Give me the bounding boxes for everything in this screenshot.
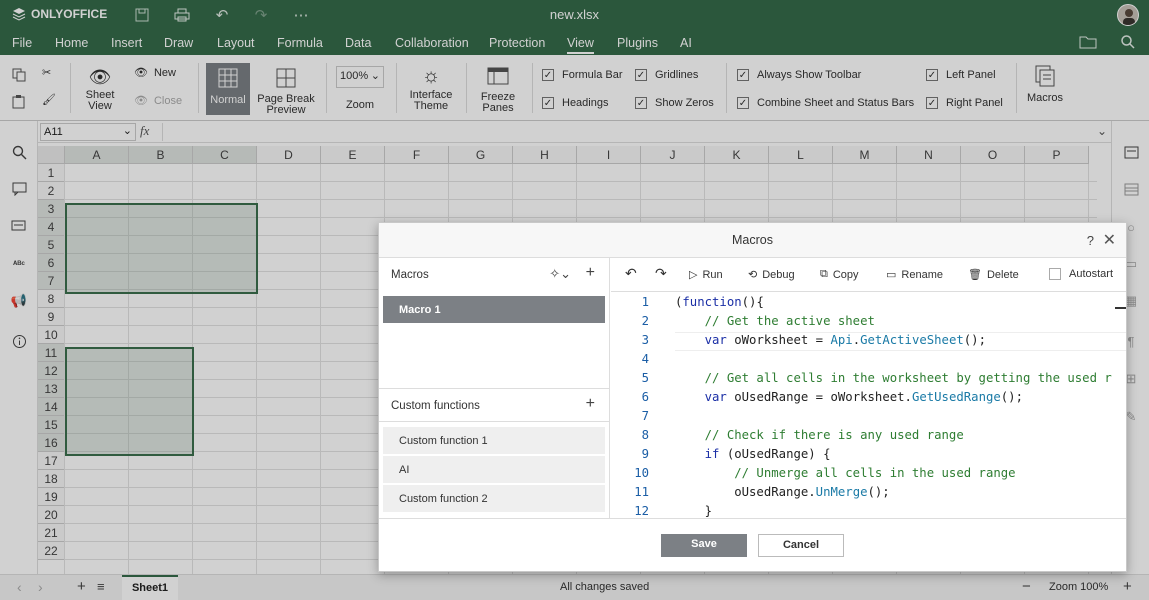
scroll-indicator[interactable] bbox=[1115, 307, 1126, 309]
line-number: 8 bbox=[641, 428, 649, 442]
add-function-icon[interactable]: + bbox=[586, 395, 595, 413]
trash-icon: 🗑 bbox=[968, 269, 982, 281]
code-line[interactable]: // Get the active sheet bbox=[675, 314, 875, 328]
line-number: 7 bbox=[641, 409, 649, 423]
checkbox-box bbox=[1049, 268, 1061, 280]
custom-function-item[interactable]: Custom function 2 bbox=[383, 485, 605, 512]
code-line[interactable]: var oUsedRange = oWorksheet.GetUsedRange… bbox=[675, 390, 1023, 404]
custom-functions-header: Custom functions + bbox=[379, 388, 609, 422]
line-number: 1 bbox=[641, 295, 649, 309]
macros-dialog: Macros ? ✕ Macros ✧⌄ + Macro 1 Custom fu… bbox=[378, 222, 1127, 572]
rename-button[interactable]: ▭ Rename bbox=[886, 268, 943, 282]
code-editor[interactable]: 1 (function(){2 // Get the active sheet 3 … bbox=[611, 292, 1126, 518]
custom-function-item[interactable]: AI bbox=[383, 456, 605, 483]
custom-function-item[interactable]: Custom function 1 bbox=[383, 427, 605, 454]
code-toolbar: ↶ ↷ ▷ Run ⟲ Debug ⧉ Copy ▭ Rename 🗑 Delete Au… bbox=[611, 258, 1126, 292]
code-line[interactable]: // Unmerge all cells in the used range bbox=[675, 466, 1015, 480]
code-line[interactable]: var oWorksheet = Api.GetActiveSheet(); bbox=[675, 333, 986, 347]
cancel-button[interactable]: Cancel bbox=[758, 534, 844, 557]
line-number: 12 bbox=[634, 504, 649, 518]
line-number: 6 bbox=[641, 390, 649, 404]
run-button[interactable]: ▷ Run bbox=[689, 268, 723, 282]
close-icon[interactable]: ✕ bbox=[1103, 223, 1116, 258]
delete-button[interactable]: 🗑 Delete bbox=[968, 268, 1019, 282]
line-number: 10 bbox=[634, 466, 649, 480]
autostart-checkbox[interactable]: Autostart bbox=[1049, 268, 1113, 280]
save-button[interactable]: Save bbox=[661, 534, 747, 557]
code-line[interactable]: // Get all cells in the worksheet by get… bbox=[675, 371, 1112, 385]
play-icon: ▷ bbox=[689, 269, 698, 281]
dialog-title: Macros ? ✕ bbox=[379, 223, 1126, 258]
add-macro-icon[interactable]: + bbox=[586, 264, 595, 282]
copy-button[interactable]: ⧉ Copy bbox=[820, 268, 859, 281]
help-icon[interactable]: ? bbox=[1087, 223, 1094, 258]
code-line[interactable]: (function(){ bbox=[675, 295, 764, 309]
code-line[interactable]: if (oUsedRange) { bbox=[675, 447, 831, 461]
line-number: 3 bbox=[641, 333, 649, 347]
dialog-footer: Save Cancel bbox=[379, 518, 1126, 572]
line-number: 9 bbox=[641, 447, 649, 461]
macro-item[interactable]: Macro 1 bbox=[383, 296, 605, 323]
ai-macro-icon[interactable]: ✧⌄ bbox=[549, 266, 571, 282]
debug-button[interactable]: ⟲ Debug bbox=[748, 268, 795, 282]
macros-header: Macros ✧⌄ + bbox=[391, 264, 595, 282]
copy-icon: ⧉ bbox=[820, 268, 828, 280]
undo-icon[interactable]: ↶ bbox=[625, 265, 637, 282]
line-number: 11 bbox=[634, 485, 649, 499]
code-line[interactable]: // Check if there is any used range bbox=[675, 428, 964, 442]
code-line[interactable]: } bbox=[675, 504, 712, 518]
debug-icon: ⟲ bbox=[748, 269, 758, 281]
rename-icon: ▭ bbox=[886, 269, 897, 281]
redo-icon[interactable]: ↷ bbox=[655, 265, 667, 282]
line-number: 2 bbox=[641, 314, 649, 328]
code-line[interactable]: oUsedRange.UnMerge(); bbox=[675, 485, 890, 499]
macros-sidebar: Macros ✧⌄ + Macro 1 Custom functions + C… bbox=[379, 258, 610, 518]
line-number: 4 bbox=[641, 352, 649, 366]
line-number: 5 bbox=[641, 371, 649, 385]
